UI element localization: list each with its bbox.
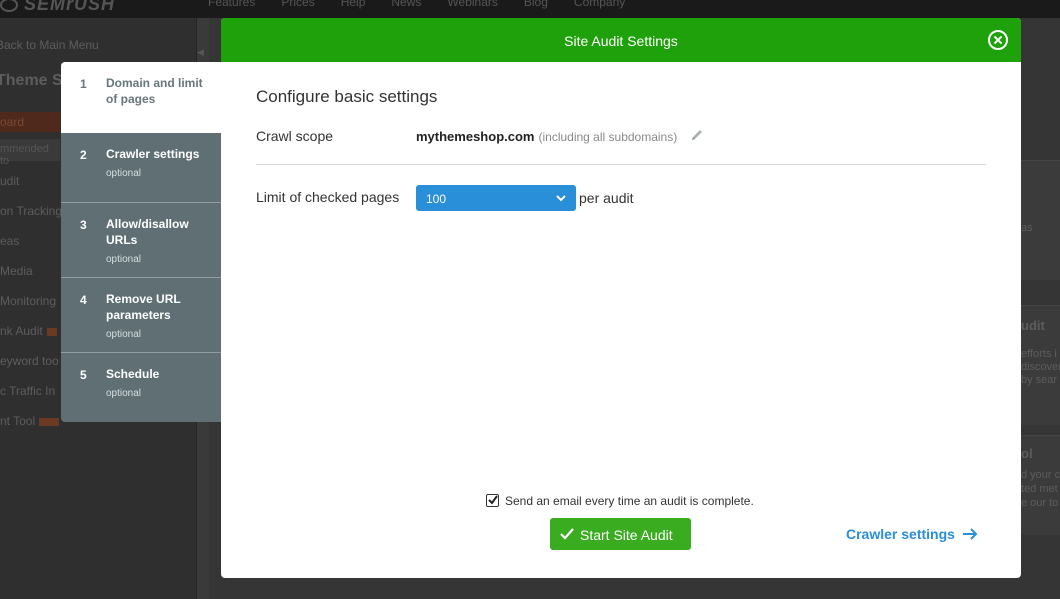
sidebar-item-brand-monitoring: Monitoring — [0, 294, 57, 308]
bg-text-fragment: discover — [1021, 361, 1060, 373]
bg-text-fragment: as — [1021, 222, 1033, 234]
step-number: 4 — [80, 293, 87, 307]
sidebar-item-recommended: mmended to — [0, 139, 60, 167]
crawler-settings-link[interactable]: Crawler settings — [846, 526, 955, 542]
sidebar-item-site-audit: udit — [0, 174, 20, 188]
pencil-icon[interactable] — [690, 128, 704, 142]
modal-title: Site Audit Settings — [564, 33, 678, 49]
step-optional-label: optional — [106, 388, 142, 399]
step-allow-disallow-urls[interactable]: 3 Allow/disallow URLs optional — [61, 203, 221, 278]
sidebar-item-organic-traffic: c Traffic In — [0, 384, 56, 398]
modal-header: Site Audit Settings — [221, 18, 1021, 62]
sidebar-item-position-tracking: on Tracking — [0, 204, 63, 218]
top-nav: Features Prices Help News Webinars Blog … — [208, 0, 651, 9]
nav-prices: Prices — [281, 0, 315, 9]
step-remove-url-parameters[interactable]: 4 Remove URL parameters optional — [61, 278, 221, 353]
bg-text-fragment: ted met — [1021, 483, 1058, 495]
bg-text-fragment: efforts i — [1021, 348, 1057, 360]
step-number: 2 — [80, 148, 87, 162]
settings-stepper: 1 Domain and limit of pages 2 Crawler se… — [61, 62, 221, 422]
beta-badge — [46, 327, 57, 336]
collapse-sidebar-icon: ◀ — [197, 47, 204, 57]
sidebar-back-link: Back to Main Menu — [0, 38, 99, 52]
email-notify-checkbox[interactable] — [486, 494, 499, 507]
sidebar-item-dashboard: oard — [0, 112, 60, 132]
step-title: Domain and limit of pages — [106, 76, 203, 106]
step-domain-and-limit[interactable]: 1 Domain and limit of pages — [61, 62, 221, 133]
bg-text-fragment: e our to — [1021, 497, 1059, 509]
sidebar-item-content-tool: nt Tool — [0, 414, 60, 428]
step-optional-label: optional — [106, 254, 142, 265]
sidebar-item-social-media: Media — [0, 264, 33, 278]
step-crawler-settings[interactable]: 2 Crawler settings optional — [61, 133, 221, 203]
step-number: 5 — [80, 368, 87, 382]
arrow-right-icon[interactable] — [962, 528, 978, 540]
sidebar-item-keyword-tool: eyword too — [0, 354, 59, 368]
semrush-logo: SEMrUSH — [0, 0, 115, 15]
checkmark-icon — [488, 495, 498, 505]
close-icon[interactable] — [988, 30, 1008, 50]
limit-pages-select[interactable]: 100 — [416, 185, 576, 211]
top-navbar: SEMrUSH Features Prices Help News Webina… — [0, 0, 1060, 18]
subdomains-note: (including all subdomains) — [538, 130, 678, 144]
nav-company: Company — [573, 0, 626, 9]
sidebar-item-backlink-audit: nk Audit — [0, 324, 57, 338]
nav-webinars: Webinars — [447, 0, 498, 9]
step-number: 1 — [80, 77, 87, 91]
limit-pages-value: 100 — [426, 192, 447, 206]
nav-features: Features — [208, 0, 256, 9]
nav-help: Help — [340, 0, 366, 9]
logo-icon — [0, 0, 18, 13]
step-number: 3 — [80, 218, 87, 232]
step-title: Crawler settings — [106, 147, 200, 161]
limit-pages-label: Limit of checked pages — [256, 189, 400, 205]
sidebar-item-seo-ideas: eas — [0, 234, 20, 248]
step-title: Allow/disallow URLs — [106, 217, 189, 247]
crawl-scope-label: Crawl scope — [256, 128, 334, 144]
start-site-audit-button[interactable]: Start Site Audit — [550, 518, 691, 550]
right-panel — [1021, 160, 1060, 280]
step-optional-label: optional — [106, 329, 142, 340]
email-notify-label[interactable]: Send an email every time an audit is com… — [505, 494, 754, 508]
per-audit-label: per audit — [579, 190, 634, 206]
bg-text-fragment: by sear — [1021, 374, 1058, 386]
beta-badge — [39, 417, 60, 426]
bg-text-fragment: udit — [1021, 318, 1045, 333]
nav-news: News — [391, 0, 422, 9]
divider — [256, 164, 986, 165]
step-title: Schedule — [106, 367, 160, 381]
crawl-scope-domain: mythemeshop.com (including all subdomains… — [416, 129, 678, 144]
bg-text-fragment: d your c — [1021, 469, 1060, 481]
bg-text-fragment: ol — [1021, 446, 1033, 461]
start-site-audit-label: Start Site Audit — [580, 527, 673, 543]
chevron-down-icon — [556, 195, 566, 202]
nav-blog: Blog — [523, 0, 548, 9]
site-audit-settings-modal: Site Audit Settings Configure basic sett… — [221, 18, 1021, 578]
step-title: Remove URL parameters — [106, 292, 181, 322]
section-title: Configure basic settings — [256, 87, 438, 106]
step-schedule[interactable]: 5 Schedule optional — [61, 353, 221, 422]
checkmark-icon — [560, 528, 574, 540]
step-optional-label: optional — [106, 168, 142, 179]
